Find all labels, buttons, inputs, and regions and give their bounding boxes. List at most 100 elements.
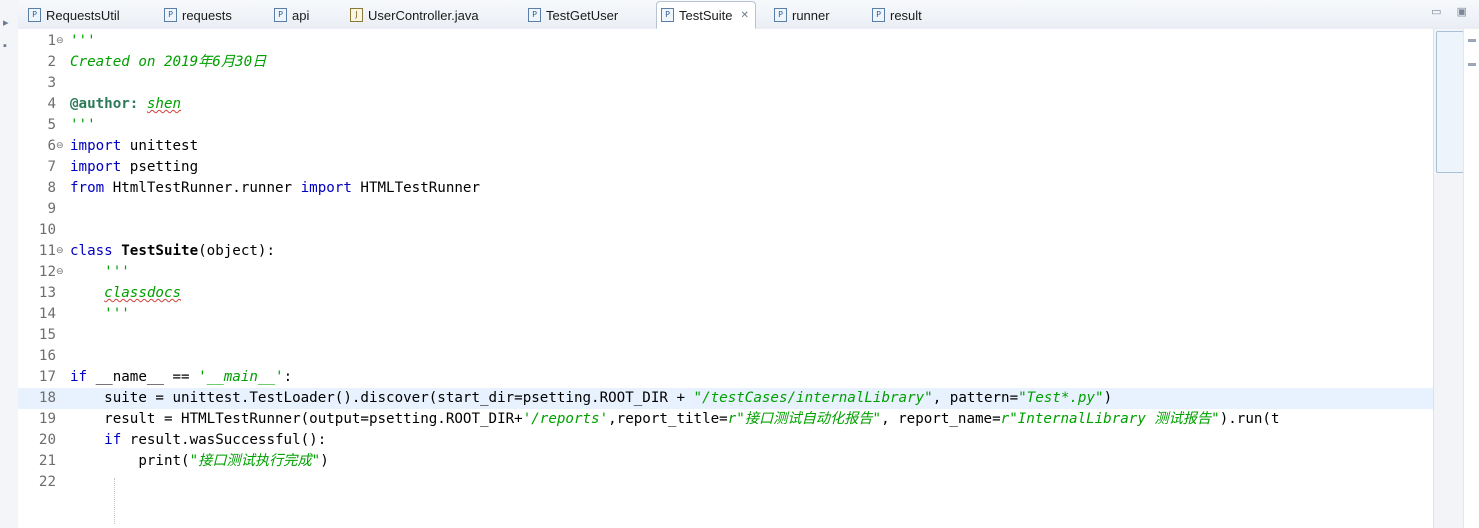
python-file-icon: P xyxy=(774,8,787,22)
line-number: 22 xyxy=(38,474,56,490)
code-editor[interactable]: 1 ⊖ ''' 2 Created on 2019年6月30日 3 4 @author: sh… xyxy=(18,29,1433,528)
code-line[interactable]: 15 xyxy=(18,325,1433,346)
current-line[interactable]: 18 suite = unittest.TestLoader().discove… xyxy=(18,388,1433,409)
code-token: "Test*.py" xyxy=(1018,390,1104,406)
code-token: import xyxy=(70,138,122,154)
line-number: 7 xyxy=(47,159,56,175)
overview-marker[interactable] xyxy=(1468,63,1476,66)
code-token: ) xyxy=(320,453,329,469)
code-line[interactable]: 10 xyxy=(18,220,1433,241)
code-token: unittest xyxy=(121,138,199,154)
code-token: if xyxy=(70,369,88,385)
line-number: 9 xyxy=(47,201,56,217)
code-line[interactable]: 3 xyxy=(18,73,1433,94)
code-line[interactable]: 13 classdocs xyxy=(18,283,1433,304)
code-line[interactable]: 8 from HtmlTestRunner.runner import HTMLT… xyxy=(18,178,1433,199)
code-line[interactable]: 4 @author: shen xyxy=(18,94,1433,115)
code-token: psetting xyxy=(121,159,199,175)
code-line[interactable]: 21 print("接口测试执行完成") xyxy=(18,451,1433,472)
close-icon[interactable]: ✕ xyxy=(740,10,748,21)
tab-api[interactable]: P api xyxy=(274,2,309,28)
code-token: result = HTMLTestRunner(output=psetting.… xyxy=(70,411,523,427)
line-number: 3 xyxy=(47,75,56,91)
line-code: @author: shen xyxy=(70,94,181,115)
tab-testgetuser[interactable]: P TestGetUser xyxy=(528,2,618,28)
code-line[interactable]: 22 xyxy=(18,472,1433,493)
maximize-icon[interactable]: ▣ xyxy=(1457,6,1467,18)
line-code: if result.wasSuccessful(): xyxy=(70,430,326,451)
line-number: 1 xyxy=(47,33,56,49)
code-line[interactable]: 11 ⊖ class TestSuite(object): xyxy=(18,241,1433,262)
line-number: 17 xyxy=(38,369,56,385)
code-token: '__main__' xyxy=(198,369,284,385)
tab-testsuite[interactable]: P TestSuite ✕ xyxy=(656,1,756,29)
code-token: import xyxy=(300,180,352,196)
code-line[interactable]: 1 ⊖ ''' xyxy=(18,31,1433,52)
line-number: 5 xyxy=(47,117,56,133)
code-line[interactable]: 20 if result.wasSuccessful(): xyxy=(18,430,1433,451)
code-line[interactable]: 17 if __name__ == '__main__': xyxy=(18,367,1433,388)
line-number: 2 xyxy=(47,54,56,70)
tab-requests[interactable]: P requests xyxy=(164,2,232,28)
code-line[interactable]: 12 ⊖ ''' xyxy=(18,262,1433,283)
code-token: ''' xyxy=(104,306,130,322)
minimize-icon[interactable]: ▭ xyxy=(1431,6,1441,18)
code-token: print( xyxy=(70,453,190,469)
scrollbar-thumb[interactable] xyxy=(1436,31,1464,173)
line-code: import unittest xyxy=(70,136,198,157)
code-line[interactable]: 16 xyxy=(18,346,1433,367)
code-token: (object): xyxy=(198,243,276,259)
code-token: r"接口测试自动化报告" xyxy=(727,411,882,427)
tab-label: result xyxy=(890,7,922,23)
fold-toggle-icon[interactable]: ⊖ xyxy=(56,241,64,262)
line-code: Created on 2019年6月30日 xyxy=(70,52,266,73)
code-line[interactable]: 5 ''' xyxy=(18,115,1433,136)
indent-guide xyxy=(114,478,115,524)
restore-icon[interactable]: ▪ xyxy=(3,40,7,52)
tab-result[interactable]: P result xyxy=(872,2,922,28)
code-line[interactable]: 2 Created on 2019年6月30日 xyxy=(18,52,1433,73)
line-code: class TestSuite(object): xyxy=(70,241,275,262)
fold-toggle-icon[interactable]: ⊖ xyxy=(56,262,64,283)
fold-toggle-icon[interactable]: ⊖ xyxy=(56,31,64,52)
python-file-icon: P xyxy=(274,8,287,22)
tab-runner[interactable]: P runner xyxy=(774,2,830,28)
line-number: 19 xyxy=(38,411,56,427)
line-number: 10 xyxy=(38,222,56,238)
tab-usercontroller-java[interactable]: J UserController.java xyxy=(350,2,479,28)
code-token: suite = unittest.TestLoader().discover(s… xyxy=(70,390,694,406)
code-token: __name__ == xyxy=(87,369,199,385)
tab-requestsutil[interactable]: P RequestsUtil xyxy=(28,2,120,28)
code-token: ''' xyxy=(70,33,96,49)
code-token: class xyxy=(70,243,113,259)
line-number: 20 xyxy=(38,432,56,448)
code-token: HTMLTestRunner xyxy=(351,180,481,196)
code-token: : xyxy=(283,369,293,385)
code-line[interactable]: 7 import psetting xyxy=(18,157,1433,178)
line-number: 12 xyxy=(38,264,56,280)
view-controls: ▭ ▣ xyxy=(1419,5,1467,18)
line-number: 4 xyxy=(47,96,56,112)
panel-toggle-icon[interactable]: ▸ xyxy=(3,16,9,29)
code-line[interactable]: 9 xyxy=(18,199,1433,220)
code-line[interactable]: 19 result = HTMLTestRunner(output=psetti… xyxy=(18,409,1433,430)
line-number: 13 xyxy=(38,285,56,301)
code-line[interactable]: 14 ''' xyxy=(18,304,1433,325)
code-token: TestSuite xyxy=(121,243,199,259)
line-number: 8 xyxy=(47,180,56,196)
line-number: 11 xyxy=(38,243,56,259)
tab-label: TestGetUser xyxy=(546,7,619,23)
line-code: result = HTMLTestRunner(output=psetting.… xyxy=(70,409,1279,430)
code-line[interactable]: 6 ⊖ import unittest xyxy=(18,136,1433,157)
vertical-scrollbar[interactable] xyxy=(1433,29,1464,528)
fold-toggle-icon[interactable]: ⊖ xyxy=(56,136,64,157)
editor-tab-bar: P RequestsUtil P requests P api J UserCo… xyxy=(18,0,1479,30)
code-token: from xyxy=(70,180,105,196)
code-token: "接口测试执行完成" xyxy=(189,453,321,469)
overview-marker[interactable] xyxy=(1468,39,1476,42)
line-code: ''' xyxy=(70,262,130,283)
